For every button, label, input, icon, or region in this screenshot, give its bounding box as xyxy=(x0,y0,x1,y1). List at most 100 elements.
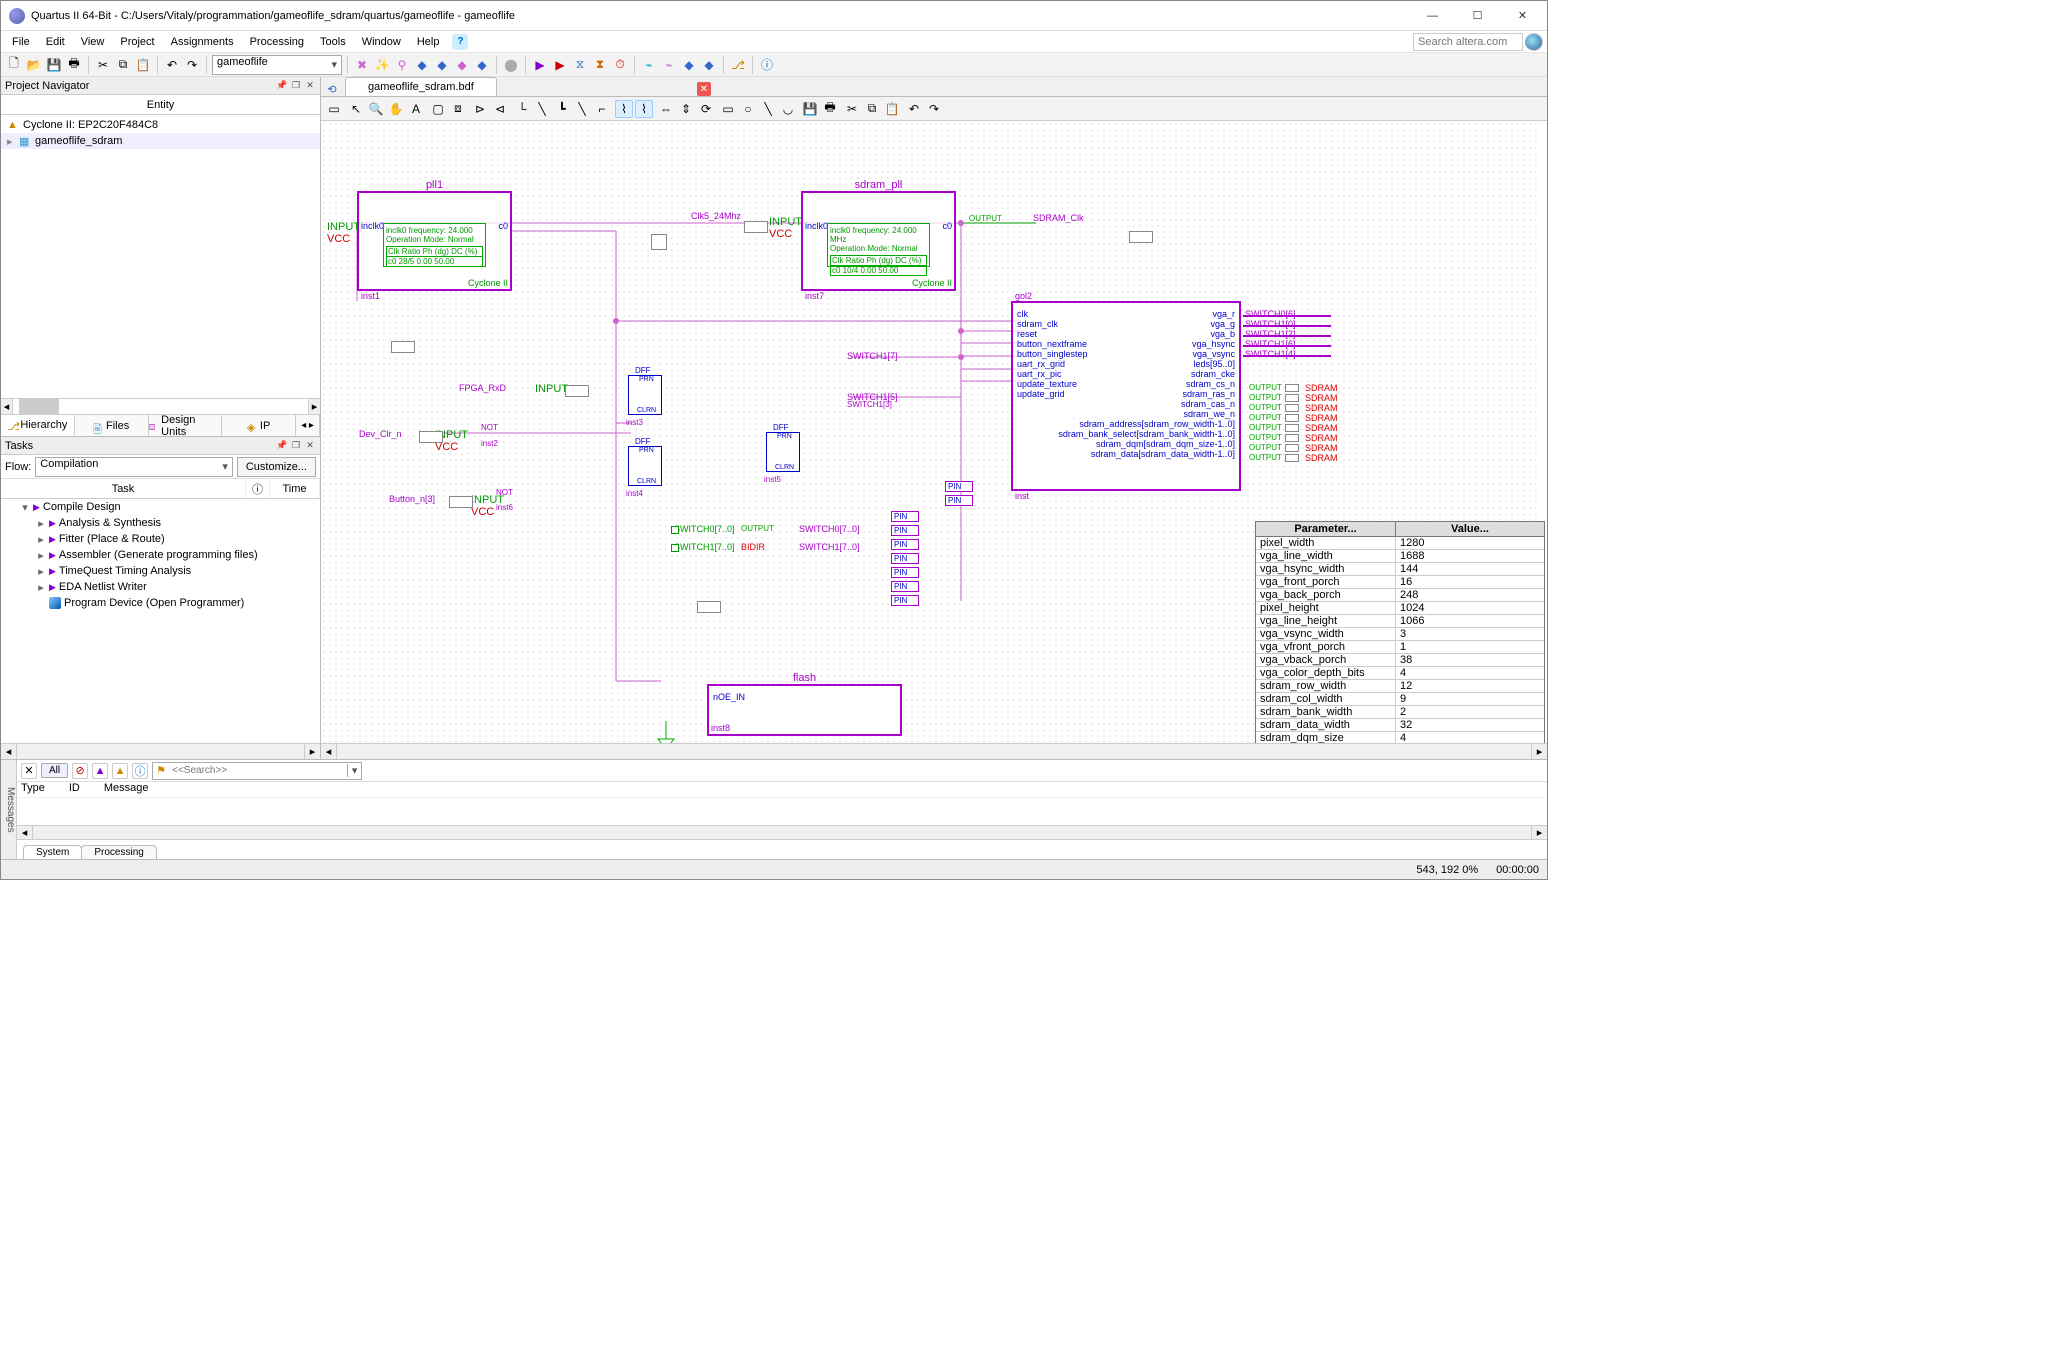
save-icon[interactable]: 💾 xyxy=(45,56,63,74)
et-conduit-icon[interactable]: ⌐ xyxy=(593,100,611,118)
customize-button[interactable]: Customize... xyxy=(237,457,316,477)
play-icon[interactable]: ▶ xyxy=(49,534,56,545)
panel-pin-icon[interactable]: 📌 xyxy=(276,80,288,92)
param-row[interactable]: pixel_width1280 xyxy=(1256,537,1544,550)
menu-tools[interactable]: Tools xyxy=(313,34,353,50)
task-expander-icon[interactable]: ▸ xyxy=(36,565,46,578)
messages-side-label[interactable]: Messages xyxy=(1,760,17,859)
msg-tab-processing[interactable]: Processing xyxy=(81,845,156,859)
cut-icon[interactable]: ✂ xyxy=(94,56,112,74)
info-icon[interactable]: ⓘ xyxy=(758,56,776,74)
scroll-left-icon[interactable]: ◂ xyxy=(1,744,17,759)
report-icon[interactable]: ⧗ xyxy=(591,56,609,74)
menu-edit[interactable]: Edit xyxy=(39,34,72,50)
hier-icon[interactable]: ⎇ xyxy=(729,56,747,74)
timer-icon[interactable]: ⏱ xyxy=(611,56,629,74)
tasks-col-info[interactable]: ⓘ xyxy=(246,479,270,498)
et-block-icon[interactable]: ⧈ xyxy=(449,100,467,118)
task-expander-icon[interactable]: ▸ xyxy=(36,517,46,530)
msg-error-icon[interactable]: ⊘ xyxy=(72,763,88,779)
msg-search-dropdown-icon[interactable]: ▾ xyxy=(347,764,361,777)
leftcol-hscroll[interactable]: ◂ ▸ xyxy=(1,743,320,759)
et-pin-out-icon[interactable]: ⊲ xyxy=(491,100,509,118)
tasks-restore-icon[interactable]: ❐ xyxy=(290,440,302,452)
panel-restore-icon[interactable]: ❐ xyxy=(290,80,302,92)
msg-warning-icon[interactable]: ▲ xyxy=(112,763,128,779)
param-row[interactable]: sdram_data_width32 xyxy=(1256,719,1544,732)
top-entity-label[interactable]: gameoflife_sdram xyxy=(35,135,122,147)
parameter-table[interactable]: Parameter... Value... pixel_width1280vga… xyxy=(1255,521,1545,743)
settings-icon[interactable]: ✖ xyxy=(353,56,371,74)
menu-window[interactable]: Window xyxy=(355,34,408,50)
flag-icon[interactable]: ⚑ xyxy=(153,764,169,777)
block-flash[interactable]: flash nOE_IN inst8 xyxy=(707,684,902,736)
et-arc-icon[interactable]: ◡ xyxy=(779,100,797,118)
param-row[interactable]: vga_vfront_porch1 xyxy=(1256,641,1544,654)
navigator-hscroll[interactable]: ◂ ▸ xyxy=(1,398,320,414)
tab-design-units[interactable]: ⧈Design Units xyxy=(149,415,223,436)
play-icon[interactable]: ▶ xyxy=(531,56,549,74)
et-bus-diag-icon[interactable]: ╲ xyxy=(573,100,591,118)
task-row[interactable]: ▾▶Compile Design xyxy=(1,499,320,515)
et-select-icon[interactable]: ▭ xyxy=(325,100,343,118)
tasks-close-icon[interactable]: ✕ xyxy=(304,440,316,452)
et-rotate-icon[interactable]: ⟳ xyxy=(697,100,715,118)
diamond2-icon[interactable]: ◆ xyxy=(700,56,718,74)
help-icon[interactable]: ? xyxy=(452,34,468,50)
schematic-canvas[interactable]: pll1 inclk0 c0 inclk0 frequency: 24.000 … xyxy=(321,121,1547,743)
et-oval-icon[interactable]: ○ xyxy=(739,100,757,118)
redo-icon[interactable]: ↷ xyxy=(183,56,201,74)
menu-view[interactable]: View xyxy=(74,34,112,50)
et-print-icon[interactable]: 🖶 xyxy=(821,100,839,118)
chip3-icon[interactable]: ◆ xyxy=(453,56,471,74)
msg-info-icon[interactable]: ⓘ xyxy=(132,763,148,779)
gear-icon[interactable]: ⧖ xyxy=(571,56,589,74)
et-copy-icon[interactable]: ⧉ xyxy=(863,100,881,118)
menu-processing[interactable]: Processing xyxy=(243,34,311,50)
stop-icon[interactable]: ⬤ xyxy=(502,56,520,74)
block-gol2[interactable]: gol2 inst clksdram_clkresetbutton_nextfr… xyxy=(1011,301,1241,491)
et-pointer-icon[interactable]: ↖ xyxy=(347,100,365,118)
diamond1-icon[interactable]: ◆ xyxy=(680,56,698,74)
project-selector[interactable]: gameoflife xyxy=(212,55,342,75)
tab-hierarchy[interactable]: ⎇Hierarchy xyxy=(1,415,75,436)
tab-overflow[interactable]: ◂ ▸ xyxy=(296,415,320,436)
chip4-icon[interactable]: ◆ xyxy=(473,56,491,74)
param-row[interactable]: vga_line_height1066 xyxy=(1256,615,1544,628)
pin-icon[interactable]: ⚲ xyxy=(393,56,411,74)
menu-help[interactable]: Help xyxy=(410,34,447,50)
param-row[interactable]: sdram_bank_width2 xyxy=(1256,706,1544,719)
scroll-right-icon[interactable]: ▸ xyxy=(304,744,320,759)
et-line-icon[interactable]: ╲ xyxy=(759,100,777,118)
et-text-icon[interactable]: A xyxy=(407,100,425,118)
param-row[interactable]: vga_back_porch248 xyxy=(1256,589,1544,602)
task-expander-icon[interactable]: ▸ xyxy=(36,533,46,546)
messages-body[interactable] xyxy=(17,798,1547,825)
play-icon[interactable]: ▶ xyxy=(33,502,40,513)
scroll-left-icon[interactable]: ◂ xyxy=(321,744,337,759)
et-diag-icon[interactable]: ╲ xyxy=(533,100,551,118)
tab-close-icon[interactable]: ✕ xyxy=(697,82,711,96)
et-save-icon[interactable]: 💾 xyxy=(801,100,819,118)
chip2-icon[interactable]: ◆ xyxy=(433,56,451,74)
tab-history-icon[interactable]: ⟲ xyxy=(325,82,339,96)
play-icon[interactable]: ▶ xyxy=(49,518,56,529)
param-header-value[interactable]: Value... xyxy=(1396,522,1544,536)
tree-expander-icon[interactable]: ▸ xyxy=(7,135,15,148)
et-rubber2-icon[interactable]: ⌇ xyxy=(635,100,653,118)
param-row[interactable]: sdram_row_width12 xyxy=(1256,680,1544,693)
wand-icon[interactable]: ✨ xyxy=(373,56,391,74)
et-bus-ortho-icon[interactable]: ┗ xyxy=(553,100,571,118)
et-undo-icon[interactable]: ↶ xyxy=(905,100,923,118)
param-row[interactable]: vga_front_porch16 xyxy=(1256,576,1544,589)
task-row[interactable]: ▸▶EDA Netlist Writer xyxy=(1,579,320,595)
panel-close-icon[interactable]: ✕ xyxy=(304,80,316,92)
msg-critical-icon[interactable]: ▲ xyxy=(92,763,108,779)
task-row[interactable]: ▸▶Fitter (Place & Route) xyxy=(1,531,320,547)
task-expander-icon[interactable]: ▸ xyxy=(36,549,46,562)
navigator-column-entity[interactable]: Entity xyxy=(1,95,320,115)
play-icon[interactable]: ▶ xyxy=(49,566,56,577)
paste-icon[interactable]: 📋 xyxy=(134,56,152,74)
et-symbol-icon[interactable]: ▢ xyxy=(429,100,447,118)
messages-hscroll[interactable]: ◂▸ xyxy=(17,825,1547,839)
